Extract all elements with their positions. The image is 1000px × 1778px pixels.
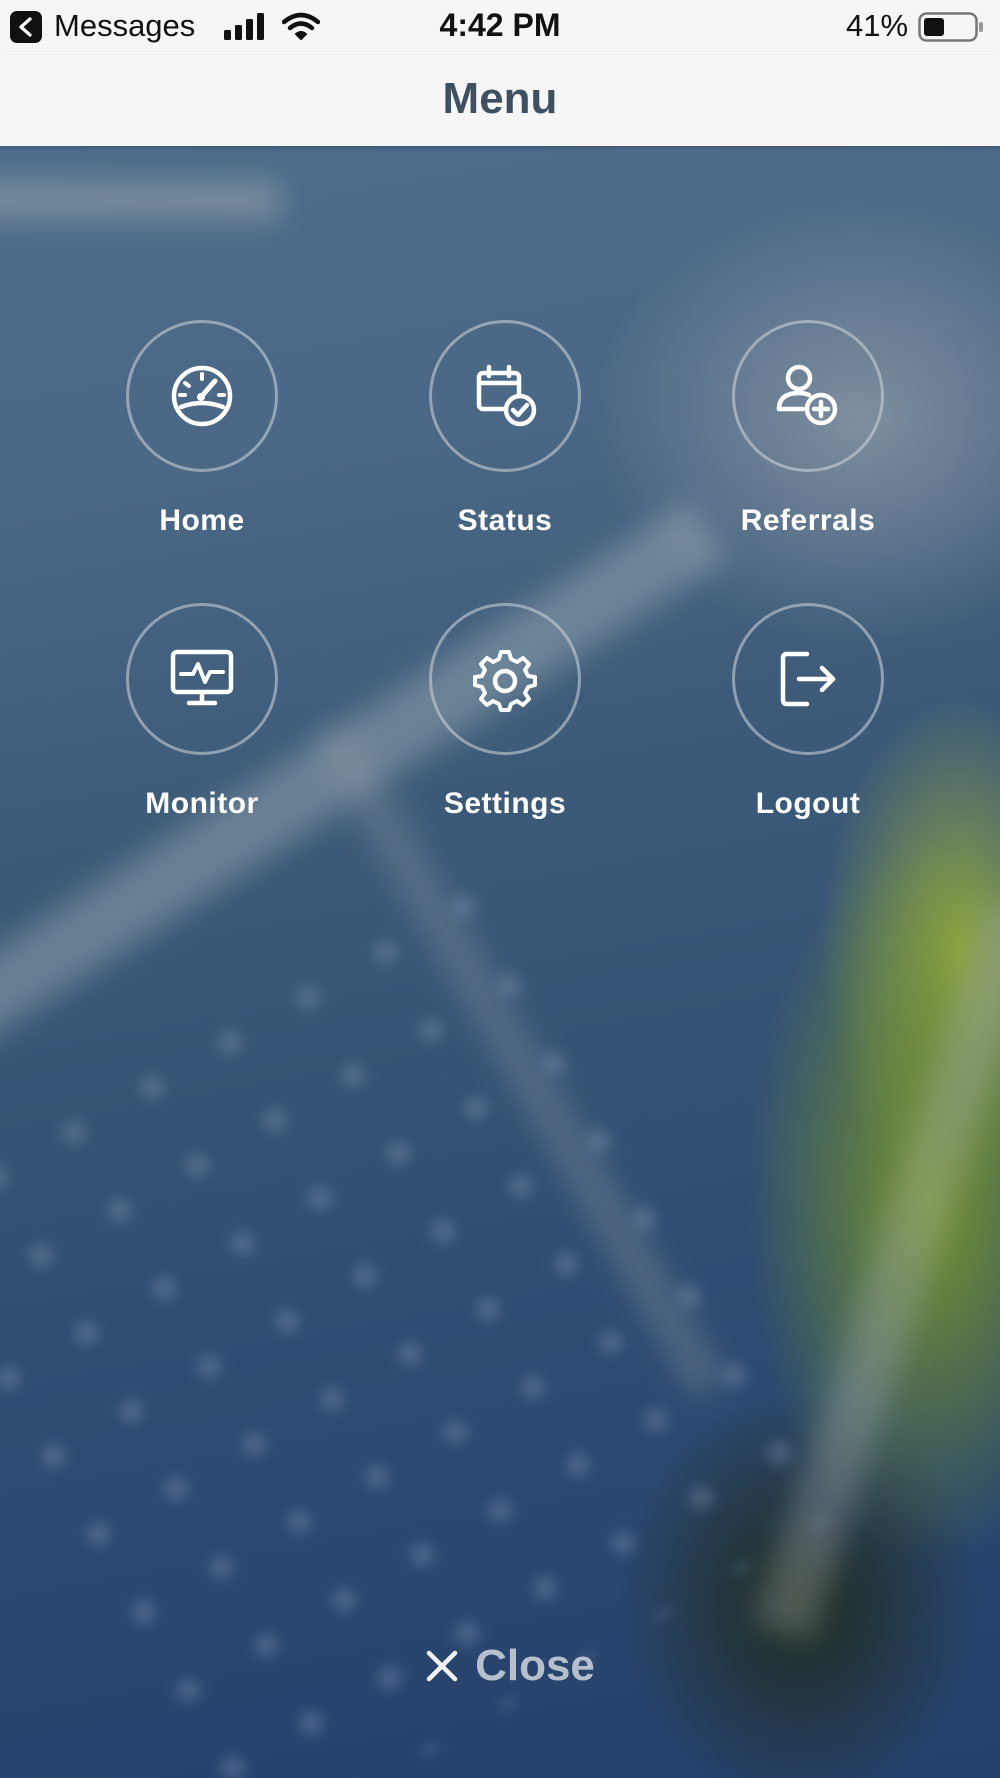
menu-item-settings-label[interactable]: Settings [385, 787, 625, 821]
user-add-icon [776, 364, 838, 426]
menu-item-home-label[interactable]: Home [82, 504, 322, 538]
navigation-bar: Menu [0, 52, 1000, 146]
close-icon [426, 1650, 458, 1682]
menu-item-logout[interactable]: Logout [688, 603, 928, 843]
status-bar: Messages 4:42 PM 41% [0, 0, 1000, 52]
close-label[interactable]: Close [475, 1641, 595, 1691]
menu-item-logout-circle[interactable] [732, 603, 884, 755]
menu-item-monitor[interactable]: Monitor [82, 603, 322, 843]
background-blur-shape [0, 180, 280, 220]
speedometer-icon [171, 365, 233, 427]
close-button[interactable]: Close [400, 1636, 620, 1696]
battery-icon [918, 12, 983, 42]
menu-item-referrals-circle[interactable] [732, 320, 884, 472]
menu-item-referrals-label[interactable]: Referrals [688, 504, 928, 538]
menu-item-home[interactable]: Home [82, 320, 322, 560]
menu-item-status-label[interactable]: Status [385, 504, 625, 538]
menu-item-referrals[interactable]: Referrals [688, 320, 928, 560]
monitor-pulse-icon [170, 649, 234, 706]
menu-item-settings-circle[interactable] [429, 603, 581, 755]
menu-item-status-circle[interactable] [429, 320, 581, 472]
menu-item-logout-label[interactable]: Logout [688, 787, 928, 821]
page-title: Menu [442, 74, 558, 123]
gear-icon [473, 650, 537, 712]
menu-item-monitor-label[interactable]: Monitor [82, 787, 322, 821]
background-image [0, 0, 1000, 1778]
menu-item-monitor-circle[interactable] [126, 603, 278, 755]
battery-percent: 41% [846, 8, 909, 43]
menu-item-settings[interactable]: Settings [385, 603, 625, 843]
logout-icon [780, 651, 836, 707]
menu-item-home-circle[interactable] [126, 320, 278, 472]
battery-level-fill [924, 18, 944, 36]
calendar-check-icon [476, 364, 537, 427]
menu-item-status[interactable]: Status [385, 320, 625, 560]
